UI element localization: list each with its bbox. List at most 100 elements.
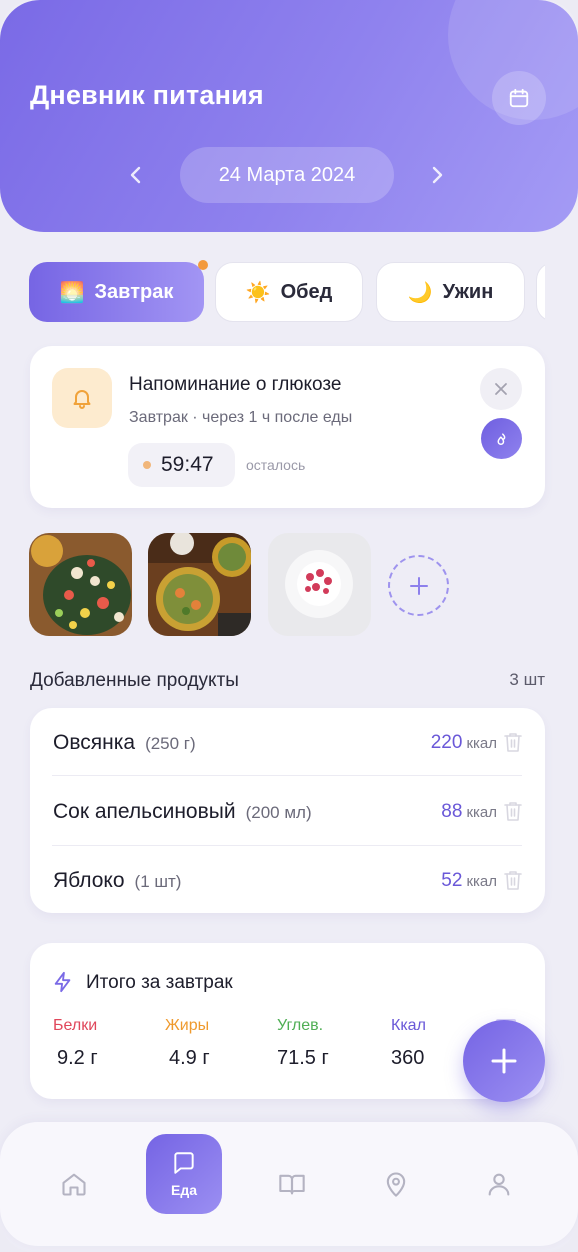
- log-glucose-button[interactable]: [481, 418, 522, 459]
- tab-label: Обед: [280, 280, 333, 303]
- product-kcal: 88 ккал: [441, 801, 497, 823]
- sun-icon: ☀️: [245, 281, 271, 304]
- macro-value: 71.5 г: [277, 1047, 329, 1069]
- product-name: Овсянка: [53, 731, 136, 754]
- macro-label: Жиры: [165, 1017, 210, 1034]
- reminder-subtitle: Завтрак · через 1 ч после еды: [129, 409, 353, 426]
- remaining-label: осталось: [246, 457, 306, 473]
- bell-icon-container: [52, 368, 112, 428]
- current-date[interactable]: 24 Марта 2024: [180, 147, 394, 203]
- meal-photo-dessert[interactable]: [268, 533, 371, 636]
- nav-home[interactable]: [44, 1122, 104, 1246]
- trash-icon[interactable]: [503, 731, 523, 753]
- product-qty: (250 г): [145, 734, 196, 753]
- products-count: 3 шт: [509, 670, 545, 689]
- product-kcal: 220 ккал: [431, 732, 497, 754]
- macro-fat: Жиры 4.9 г: [165, 1017, 210, 1070]
- kcal-unit: ккал: [466, 804, 497, 821]
- product-qty: (200 мл): [245, 803, 312, 822]
- close-icon: [495, 383, 507, 395]
- macro-value: 9.2 г: [57, 1047, 98, 1069]
- plus-icon: [409, 576, 428, 595]
- tab-label: Завтрак: [94, 280, 174, 303]
- nav-food[interactable]: Еда: [146, 1134, 222, 1214]
- food-icon: [174, 1152, 194, 1174]
- nav-profile[interactable]: [469, 1122, 529, 1246]
- tab-breakfast[interactable]: 🌅 Завтрак: [29, 262, 204, 322]
- moon-icon: 🌙: [407, 281, 433, 304]
- dessert-image: [268, 533, 371, 636]
- timer-dot: [143, 461, 151, 469]
- calendar-icon: [509, 88, 529, 108]
- drops-icon: [497, 432, 505, 445]
- meal-photo-salad[interactable]: [29, 533, 132, 636]
- tabs-edge-mask: [545, 260, 578, 324]
- dismiss-reminder-button[interactable]: [480, 368, 522, 410]
- macro-value: 4.9 г: [169, 1047, 210, 1069]
- divider: [52, 775, 522, 776]
- tab-label: Ужин: [442, 280, 494, 303]
- product-name-row: Овсянка (250 г): [53, 731, 196, 755]
- meal-tabs: 🌅 Завтрак ☀️ Обед 🌙 Ужин: [0, 260, 578, 324]
- trash-icon[interactable]: [503, 869, 523, 891]
- products-list: Овсянка (250 г) 220 ккал Сок апельсиновый(…: [30, 708, 545, 913]
- calendar-button[interactable]: [492, 71, 546, 125]
- list-item[interactable]: Овсянка (250 г) 220 ккал: [30, 708, 545, 776]
- kcal-value: 52: [441, 870, 463, 891]
- countdown-timer: 59:47: [128, 443, 235, 487]
- product-name: Сок апельсиновый: [53, 800, 236, 823]
- macro-protein: Белки 9.2 г: [53, 1017, 98, 1070]
- tab-dinner[interactable]: 🌙 Ужин: [376, 262, 525, 322]
- add-photo-button[interactable]: [388, 555, 449, 616]
- totals-title: Итого за завтрак: [86, 972, 233, 993]
- timer-value: 59:47: [161, 453, 214, 476]
- sunrise-icon: 🌅: [59, 281, 85, 304]
- trash-icon[interactable]: [503, 800, 523, 822]
- macro-label: Ккал: [391, 1017, 426, 1034]
- chevron-right-icon: [432, 166, 443, 184]
- soup-image: [148, 533, 251, 636]
- product-qty: (1 шт): [134, 872, 182, 891]
- location-icon: [386, 1172, 406, 1197]
- next-day-button[interactable]: [422, 160, 452, 190]
- list-item[interactable]: Яблоко (1 шт) 52 ккал: [30, 846, 545, 914]
- bottom-navigation: Еда: [0, 1122, 578, 1246]
- products-section-title: Добавленные продукты: [30, 670, 239, 691]
- nav-journal[interactable]: [262, 1122, 322, 1246]
- chevron-left-icon: [130, 166, 141, 184]
- macro-kcal: Ккал 360: [391, 1017, 426, 1070]
- macro-label: Белки: [53, 1017, 98, 1034]
- tab-lunch[interactable]: ☀️ Обед: [215, 262, 363, 322]
- add-food-button[interactable]: [463, 1020, 545, 1102]
- lightning-icon: [54, 971, 71, 993]
- previous-day-button[interactable]: [121, 160, 151, 190]
- profile-icon: [488, 1173, 510, 1196]
- bell-icon: [73, 390, 91, 409]
- page-title: Дневник питания: [30, 80, 264, 110]
- macro-value: 360: [391, 1047, 425, 1069]
- meal-photos: [0, 533, 578, 637]
- kcal-unit: ккал: [466, 873, 497, 890]
- app-screen: Дневник питания 24 Марта 2024 🌅 Завтрак …: [0, 0, 578, 1252]
- salad-image: [29, 533, 132, 636]
- product-name-row: Яблоко (1 шт): [53, 869, 181, 893]
- list-item[interactable]: Сок апельсиновый (200 мл) 88 ккал: [30, 777, 545, 845]
- macro-label: Углев.: [277, 1017, 324, 1034]
- kcal-value: 220: [430, 732, 463, 753]
- header: Дневник питания 24 Марта 2024: [0, 0, 578, 232]
- plus-icon: [491, 1048, 517, 1074]
- home-icon: [62, 1173, 86, 1196]
- nav-food-label: Еда: [170, 1182, 197, 1198]
- product-name: Яблоко: [53, 869, 125, 892]
- nav-map[interactable]: [366, 1122, 426, 1246]
- book-icon: [279, 1174, 305, 1195]
- kcal-value: 88: [441, 801, 463, 822]
- notification-dot: [198, 260, 208, 270]
- date-selector: 24 Марта 2024: [0, 146, 578, 204]
- macro-carbs: Углев. 71.5 г: [277, 1017, 329, 1070]
- product-kcal: 52 ккал: [441, 870, 497, 892]
- product-name-row: Сок апельсиновый (200 мл): [53, 800, 312, 824]
- reminder-title: Напоминание о глюкозе: [129, 374, 342, 395]
- glucose-reminder-card: Напоминание о глюкозе Завтрак · через 1 …: [30, 346, 545, 508]
- meal-photo-soup[interactable]: [148, 533, 251, 636]
